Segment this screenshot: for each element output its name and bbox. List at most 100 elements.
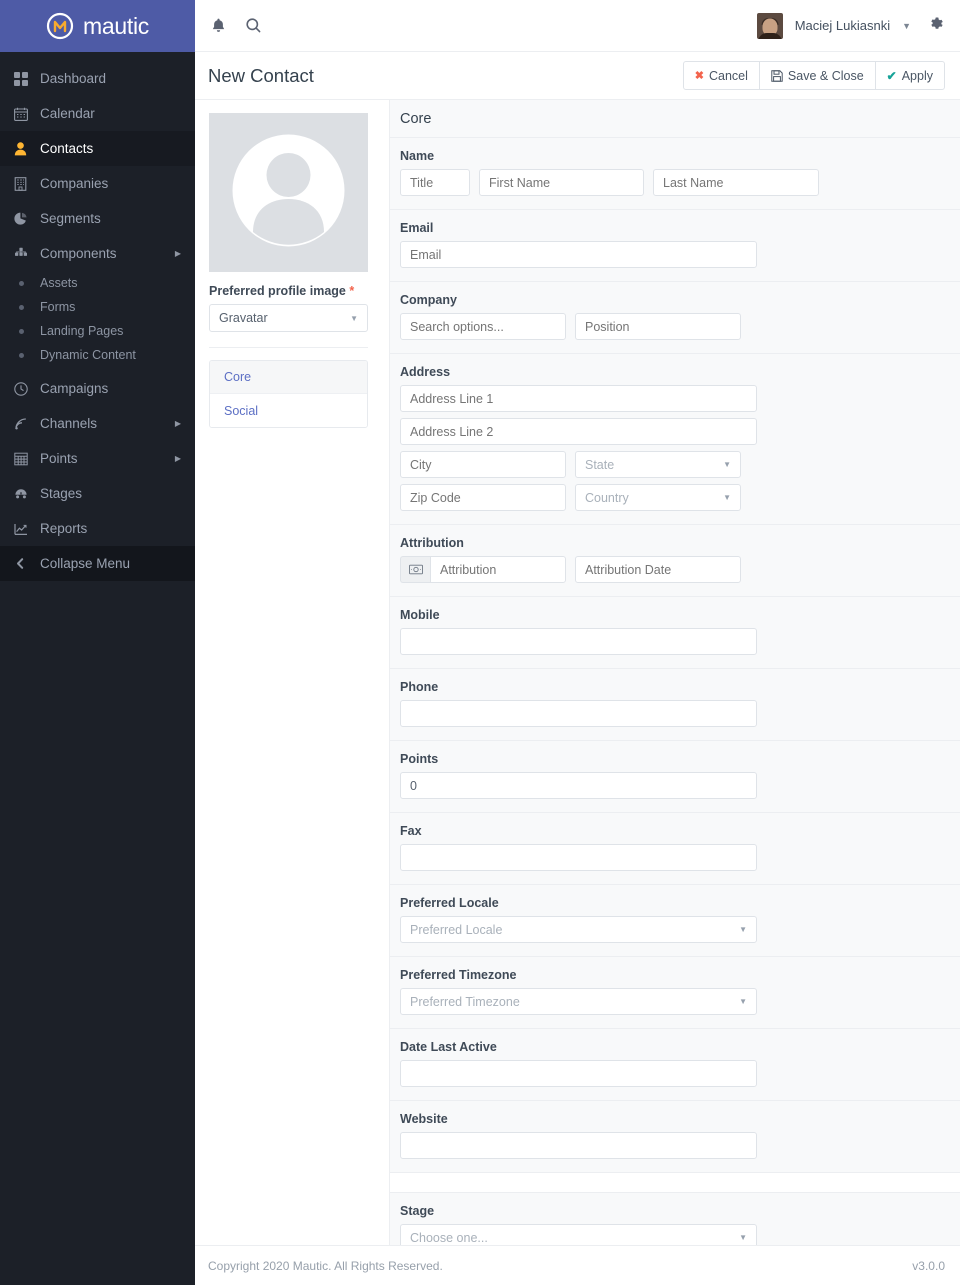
stage-label: Stage (400, 1204, 435, 1218)
footer-version: v3.0.0 (912, 1258, 945, 1273)
app-root: mautic Dashboard Calendar Contacts Compa… (0, 0, 960, 1285)
bullet-icon (14, 352, 40, 358)
tab-social-label: Social (224, 403, 259, 418)
sidebar-item-segments[interactable]: Segments (0, 201, 195, 236)
sidebar-item-contacts[interactable]: Contacts (0, 131, 195, 166)
attribution-amount-input[interactable] (430, 556, 566, 583)
last-name-input[interactable] (653, 169, 819, 196)
contact-tabs: Core Social (209, 360, 368, 428)
sidebar-item-dashboard[interactable]: Dashboard (0, 61, 195, 96)
tab-core[interactable]: Core (210, 361, 367, 394)
collapse-menu-button[interactable]: Collapse Menu (0, 546, 195, 581)
country-value: Country (585, 490, 629, 505)
brand-logo-area[interactable]: mautic (0, 0, 195, 52)
position-input[interactable] (575, 313, 741, 340)
sidebar-item-label: Channels (40, 416, 98, 431)
preferred-locale-value: Preferred Locale (410, 922, 503, 937)
content-area: Preferred profile image * Gravatar ▼ Cor… (195, 100, 960, 1285)
sidebar-item-label: Dashboard (40, 71, 107, 86)
attribution-date-input[interactable] (575, 556, 741, 583)
phone-input[interactable] (400, 700, 757, 727)
user-name: Maciej Lukiasnki (794, 18, 891, 33)
address-line2-input[interactable] (400, 418, 757, 445)
tab-social[interactable]: Social (210, 394, 367, 427)
cancel-button[interactable]: ✖ Cancel (682, 61, 760, 90)
save-and-close-button[interactable]: Save & Close (758, 61, 876, 90)
preferred-locale-label: Preferred Locale (400, 896, 499, 910)
sidebar-item-label: Companies (40, 176, 109, 191)
website-input[interactable] (400, 1132, 757, 1159)
date-last-active-input[interactable] (400, 1060, 757, 1087)
sidebar-item-channels[interactable]: Channels ▶ (0, 406, 195, 441)
company-search-input[interactable] (400, 313, 566, 340)
sidebar-item-campaigns[interactable]: Campaigns (0, 371, 195, 406)
gear-icon[interactable] (929, 16, 944, 36)
sidebar-item-label: Calendar (40, 106, 95, 121)
apply-button[interactable]: ✔ Apply (874, 61, 945, 90)
sidebar-item-reports[interactable]: Reports (0, 511, 195, 546)
zip-code-input[interactable] (400, 484, 566, 511)
attribution-label: Attribution (400, 536, 464, 550)
sidebar-subitem-dynamic-content[interactable]: Dynamic Content (0, 343, 195, 367)
city-input[interactable] (400, 451, 566, 478)
sidebar-nav: Dashboard Calendar Contacts Companies Se… (0, 52, 195, 1285)
field-group-phone: Phone (390, 669, 960, 741)
preferred-profile-image-value: Gravatar (219, 311, 268, 325)
fax-label: Fax (400, 824, 422, 838)
preferred-locale-select[interactable]: Preferred Locale ▼ (400, 916, 757, 943)
state-value: State (585, 457, 615, 472)
chevron-right-icon: ▶ (174, 419, 181, 428)
dashboard-grid-icon (14, 71, 40, 86)
sidebar-item-label: Contacts (40, 141, 94, 156)
save-floppy-icon (771, 69, 783, 82)
sidebar-subitem-forms[interactable]: Forms (0, 295, 195, 319)
email-input[interactable] (400, 241, 757, 268)
state-select[interactable]: State ▼ (575, 451, 741, 478)
caret-down-icon: ▼ (350, 313, 358, 323)
caret-down-icon: ▼ (739, 997, 747, 1006)
country-select[interactable]: Country ▼ (575, 484, 741, 511)
close-x-icon: ✖ (694, 70, 704, 82)
sidebar-item-stages[interactable]: Stages (0, 476, 195, 511)
first-name-input[interactable] (479, 169, 644, 196)
sidebar-item-companies[interactable]: Companies (0, 166, 195, 201)
preferred-profile-image-select[interactable]: Gravatar ▼ (209, 304, 368, 332)
caret-down-icon: ▼ (723, 460, 731, 469)
avatar (756, 12, 783, 39)
sidebar-subitem-landing-pages[interactable]: Landing Pages (0, 319, 195, 343)
field-group-name: Name (390, 138, 960, 210)
divider (209, 347, 368, 348)
topbar-user-area[interactable]: Maciej Lukiasnki ▼ (756, 12, 944, 39)
calendar-icon (14, 107, 40, 121)
sidebar-item-points[interactable]: Points ▶ (0, 441, 195, 476)
email-label: Email (400, 221, 434, 235)
chevron-right-icon: ▶ (174, 454, 181, 463)
mobile-input[interactable] (400, 628, 757, 655)
sidebar-item-label: Stages (40, 486, 83, 501)
page-actions: ✖ Cancel Save & Close ✔ Apply (682, 61, 945, 90)
attribution-input-group (400, 556, 566, 583)
puzzle-icon (14, 247, 40, 261)
preferred-timezone-label: Preferred Timezone (400, 968, 517, 982)
sidebar: mautic Dashboard Calendar Contacts Compa… (0, 0, 195, 1285)
page-title: New Contact (208, 64, 314, 86)
sidebar-item-label: Campaigns (40, 381, 109, 396)
points-input[interactable] (400, 772, 757, 799)
preferred-timezone-select[interactable]: Preferred Timezone ▼ (400, 988, 757, 1015)
sidebar-item-components[interactable]: Components ▶ (0, 236, 195, 271)
title-input[interactable] (400, 169, 470, 196)
search-icon[interactable] (246, 18, 261, 33)
fax-input[interactable] (400, 844, 757, 871)
field-group-preferred-timezone: Preferred Timezone Preferred Timezone ▼ (390, 957, 960, 1029)
company-label: Company (400, 293, 457, 307)
money-bill-icon (400, 556, 430, 583)
chevron-left-icon (14, 557, 40, 570)
field-group-address: Address State ▼ Country (390, 354, 960, 525)
bullet-icon (14, 304, 40, 310)
field-group-preferred-locale: Preferred Locale Preferred Locale ▼ (390, 885, 960, 957)
user-icon (14, 141, 40, 156)
sidebar-item-calendar[interactable]: Calendar (0, 96, 195, 131)
sidebar-subitem-assets[interactable]: Assets (0, 271, 195, 295)
address-line1-input[interactable] (400, 385, 757, 412)
bell-icon[interactable] (211, 18, 226, 34)
